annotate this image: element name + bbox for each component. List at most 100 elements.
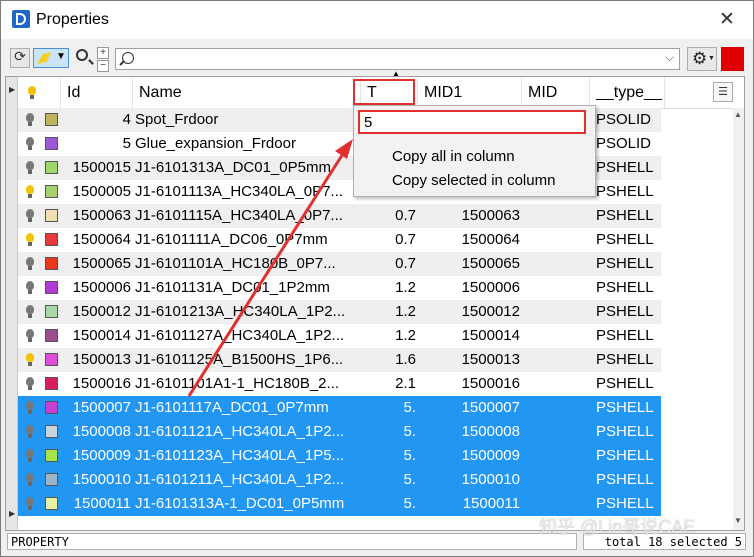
bulb-icon[interactable] xyxy=(26,449,34,462)
expand-arrow-icon[interactable]: ▶ xyxy=(9,509,15,518)
cell-type: PSOLID xyxy=(596,111,652,128)
bulb-icon[interactable] xyxy=(26,233,34,246)
table-row[interactable]: 1500065 J1-6101101A_HC180B_0P7... 0.7 15000… xyxy=(18,252,661,276)
color-swatch xyxy=(45,209,58,222)
scroll-up-icon[interactable]: ▲ xyxy=(734,110,742,119)
status-left: PROPERTY xyxy=(7,533,577,550)
refresh-button[interactable]: ⟳ xyxy=(10,48,30,68)
column-context-menu: Copy all in column Copy selected in colu… xyxy=(353,105,596,197)
cell-id: 1500064 xyxy=(72,231,131,248)
color-swatch xyxy=(45,329,58,342)
cell-id: 1500011 xyxy=(73,495,131,512)
color-button[interactable] xyxy=(721,47,744,71)
menu-copy-selected[interactable]: Copy selected in column xyxy=(392,172,555,189)
table-row[interactable]: 1500012 J1-6101213A_HC340LA_1P2... 1.2 1500… xyxy=(18,300,661,324)
cell-t: 5. xyxy=(403,423,416,440)
bulb-icon[interactable] xyxy=(26,305,34,318)
refresh-icon: ⟳ xyxy=(14,49,26,65)
header-mid[interactable]: MID xyxy=(522,77,590,108)
scroll-down-icon[interactable]: ▼ xyxy=(734,516,742,525)
bulb-icon[interactable] xyxy=(26,161,34,174)
cell-id: 1500005 xyxy=(72,183,131,200)
cell-id: 4 xyxy=(122,111,131,128)
menu-copy-all[interactable]: Copy all in column xyxy=(392,148,515,165)
cell-id: 1500013 xyxy=(72,351,131,368)
cell-t: 5. xyxy=(403,495,416,512)
cell-mid1: 1500010 xyxy=(461,471,520,488)
table-row[interactable]: 1500016 J1-6101101A1-1_HC180B_2... 2.1 1500… xyxy=(18,372,661,396)
color-swatch xyxy=(45,161,58,174)
cell-t: 1.2 xyxy=(395,327,416,344)
zoom-icon xyxy=(76,49,88,61)
cell-type: PSHELL xyxy=(596,351,654,368)
color-swatch xyxy=(45,185,58,198)
cell-mid1: 1500008 xyxy=(461,423,520,440)
cell-t: 1.2 xyxy=(395,279,416,296)
bulb-icon[interactable] xyxy=(26,137,34,150)
table-row[interactable]: 1500009 J1-6101123A_HC340LA_1P5... 5. 15000… xyxy=(18,444,661,468)
bulb-icon[interactable] xyxy=(26,497,34,510)
cell-type: PSOLID xyxy=(596,135,652,152)
color-swatch xyxy=(45,425,58,438)
cell-id: 1500007 xyxy=(72,399,131,416)
bulb-icon[interactable] xyxy=(26,329,34,342)
table-row[interactable]: 1500007 J1-6101117A_DC01_0P7mm 5. 1500007 PS… xyxy=(18,396,661,420)
bulb-icon[interactable] xyxy=(26,353,34,366)
header-id[interactable]: Id xyxy=(61,77,133,108)
bulb-icon[interactable] xyxy=(26,425,34,438)
cell-mid1: 1500063 xyxy=(461,207,520,224)
header-name[interactable]: Name xyxy=(133,77,361,108)
color-swatch xyxy=(45,233,58,246)
header-type[interactable]: __type__ xyxy=(590,77,665,108)
zoom-button[interactable] xyxy=(75,48,95,68)
column-filter-input[interactable] xyxy=(358,110,586,134)
collapse-button[interactable]: − xyxy=(97,60,109,72)
bulb-icon[interactable] xyxy=(26,185,34,198)
cell-t: 0.7 xyxy=(395,231,416,248)
color-swatch xyxy=(45,305,58,318)
bulb-icon[interactable] xyxy=(26,401,34,414)
table-row[interactable]: 1500063 J1-6101115A_HC340LA_0P7... 0.7 1500… xyxy=(18,204,661,228)
cell-id: 5 xyxy=(122,135,131,152)
cell-name: J1-6101111A_DC06_0P7mm xyxy=(135,231,328,248)
expand-arrow-icon[interactable]: ▶ xyxy=(9,85,15,94)
search-input[interactable] xyxy=(138,50,662,70)
cell-name: J1-6101101A_HC180B_0P7... xyxy=(135,255,336,272)
cell-name: Spot_Frdoor xyxy=(135,111,219,128)
table-side-strip: ▶ ▶ xyxy=(6,77,18,530)
cell-name: Glue_expansion_Frdoor xyxy=(135,135,296,152)
close-icon[interactable]: ✕ xyxy=(719,8,735,30)
search-box[interactable]: ⌵ xyxy=(115,48,680,70)
table-row[interactable]: 1500013 J1-6101125A_B1500HS_1P6... 1.6 1500… xyxy=(18,348,661,372)
table-row[interactable]: 1500064 J1-6101111A_DC06_0P7mm 0.7 1500064 P… xyxy=(18,228,661,252)
table-row[interactable]: 1500010 J1-6101211A_HC340LA_1P2... 5. 15000… xyxy=(18,468,661,492)
cell-name: J1-6101211A_HC340LA_1P2... xyxy=(135,471,345,488)
header-visibility[interactable] xyxy=(18,77,61,108)
bulb-icon[interactable] xyxy=(26,113,34,126)
cell-id: 1500010 xyxy=(72,471,131,488)
bulb-icon[interactable] xyxy=(26,257,34,270)
bulb-icon[interactable] xyxy=(26,473,34,486)
highlight-dropdown-button[interactable]: ▼ xyxy=(33,48,69,68)
table-row[interactable]: 1500008 J1-6101121A_HC340LA_1P2... 5. 15000… xyxy=(18,420,661,444)
sort-icon: ▲ xyxy=(392,69,400,78)
expand-button[interactable]: + xyxy=(97,47,109,59)
cell-t: 2.1 xyxy=(395,375,416,392)
cell-name: J1-6101125A_B1500HS_1P6... xyxy=(135,351,344,368)
settings-button[interactable]: ⚙ ▼ xyxy=(687,47,717,71)
header-mid1[interactable]: MID1 xyxy=(418,77,522,108)
properties-window: Properties ✕ ⟳ ▼ + − ⌵ ⚙ ▼ ▶ ▶ Id Name T… xyxy=(0,0,754,557)
cell-mid1: 1500013 xyxy=(461,351,520,368)
bulb-icon[interactable] xyxy=(26,281,34,294)
search-dropdown-icon[interactable]: ⌵ xyxy=(665,50,674,65)
column-chooser-icon[interactable]: ☰ xyxy=(713,82,733,102)
color-swatch xyxy=(45,137,58,150)
bulb-icon[interactable] xyxy=(26,377,34,390)
vertical-scrollbar[interactable]: ▲ ▼ xyxy=(733,108,744,530)
color-swatch xyxy=(45,473,58,486)
t-header-highlight xyxy=(353,79,415,105)
bulb-icon[interactable] xyxy=(26,209,34,222)
table-row[interactable]: 1500014 J1-6101127A_HC340LA_1P2... 1.2 1500… xyxy=(18,324,661,348)
cell-name: J1-6101117A_DC01_0P7mm xyxy=(135,399,329,416)
table-row[interactable]: 1500006 J1-6101131A_DC01_1P2mm 1.2 1500006 P… xyxy=(18,276,661,300)
